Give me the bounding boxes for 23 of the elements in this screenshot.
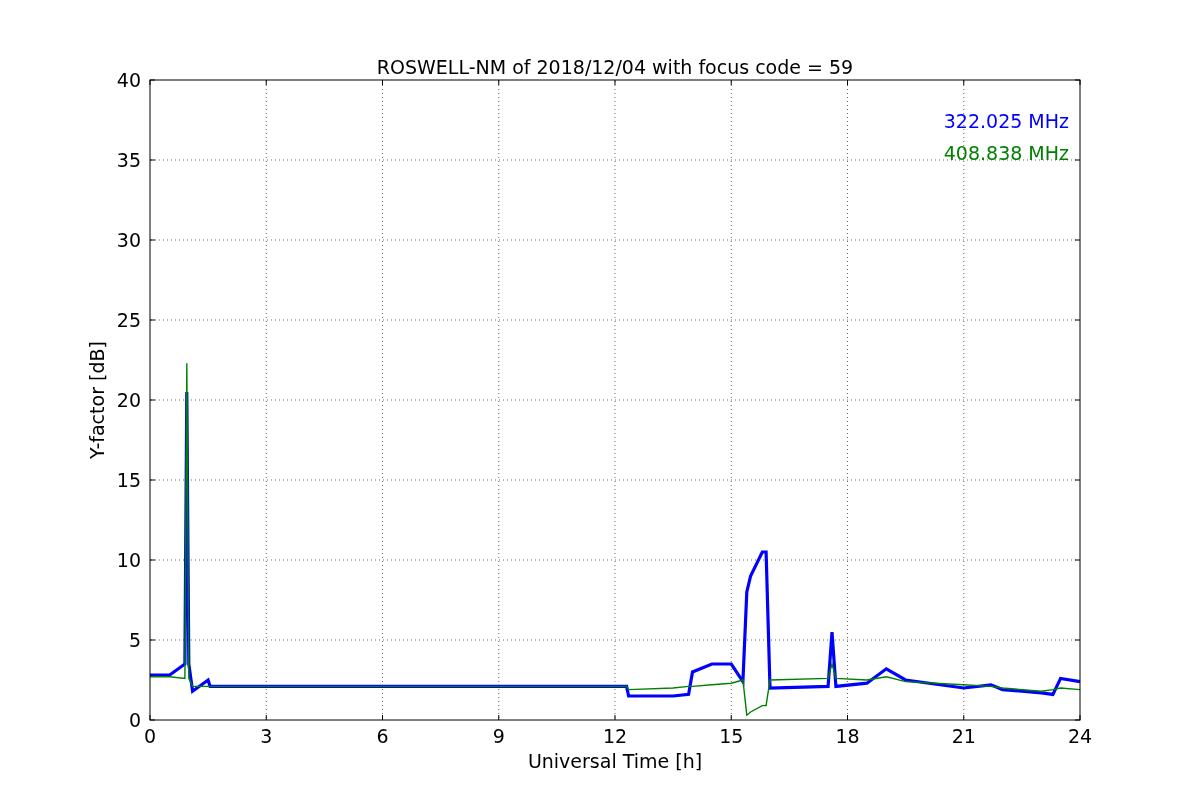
- x-tick-label: 24: [1067, 725, 1093, 747]
- y-tick-label: 35: [116, 149, 141, 171]
- x-tick-label: 15: [719, 725, 744, 747]
- y-tick-label: 20: [116, 389, 141, 411]
- x-tick-label: 12: [602, 725, 628, 747]
- x-tick-label: 21: [951, 725, 976, 747]
- y-tick-label: 15: [116, 469, 141, 491]
- y-tick-label: 25: [116, 309, 141, 331]
- y-tick-label: 10: [116, 549, 141, 571]
- x-axis-label: Universal Time [h]: [527, 750, 703, 772]
- x-tick-label: 6: [376, 725, 389, 747]
- y-tick-label: 40: [116, 69, 141, 91]
- x-tick-label: 3: [260, 725, 273, 747]
- chart-title: ROSWELL-NM of 2018/12/04 with focus code = 59: [376, 56, 854, 78]
- y-tick-label: 5: [128, 629, 141, 651]
- legend-label: 408.838 MHz: [943, 142, 1069, 164]
- x-tick-label: 18: [835, 725, 860, 747]
- x-tick-label: 0: [143, 725, 157, 747]
- y-axis-label: Y-factor [dB]: [86, 341, 108, 459]
- y-tick-label: 30: [116, 229, 141, 251]
- y-tick-label: 0: [128, 709, 141, 731]
- legend-label: 322.025 MHz: [943, 110, 1069, 132]
- x-tick-label: 9: [492, 725, 505, 747]
